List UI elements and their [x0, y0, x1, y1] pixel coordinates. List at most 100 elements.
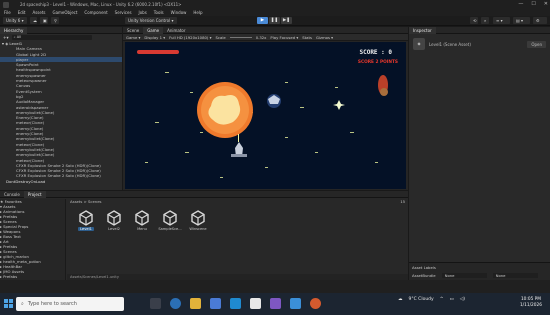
- unity-scene-icon: [107, 210, 121, 226]
- menu-edit[interactable]: Edit: [18, 10, 26, 15]
- menu-services[interactable]: Services: [115, 10, 132, 15]
- tab-console[interactable]: Console: [0, 191, 24, 198]
- search-icon: ⌕: [21, 301, 24, 307]
- search-icon[interactable]: ⌕: [481, 17, 489, 24]
- collab-icon[interactable]: ⚲: [51, 17, 59, 24]
- windows-start-icon[interactable]: [4, 299, 13, 308]
- word-icon[interactable]: [290, 298, 301, 309]
- project-header: Console Project: [0, 190, 408, 198]
- unity-scene-icon: [79, 210, 93, 226]
- add-icon[interactable]: +▾: [3, 35, 9, 40]
- status-bar: [0, 280, 550, 293]
- play-focused-dropdown[interactable]: Play Focused ▾: [270, 35, 298, 40]
- open-button[interactable]: Open: [527, 40, 546, 48]
- menu-gameobject[interactable]: GameObject: [52, 10, 77, 15]
- asset-labels-title: Asset Labels: [412, 265, 436, 270]
- resolution-dropdown[interactable]: Full HD (1920x1080) ▾: [169, 35, 211, 40]
- hierarchy-list: ▾ ◈ Level1 Main Camera Global Light 2D p…: [0, 40, 122, 184]
- health-bar: [137, 50, 179, 54]
- inspector-body: ◈ Level1 (Scene Asset) Open: [409, 34, 550, 54]
- snipping-icon[interactable]: [230, 298, 241, 309]
- asset-winscene[interactable]: Winscene: [188, 210, 208, 231]
- chrome-icon[interactable]: [310, 298, 321, 309]
- file-explorer-icon[interactable]: [190, 298, 201, 309]
- inspector-panel: Inspector ◈ Level1 (Scene Asset) Open As…: [409, 26, 550, 280]
- menu-file[interactable]: File: [4, 10, 11, 15]
- window-title-bar: 2d spaceship3 - Level1 - Windows, Mac, L…: [0, 0, 550, 9]
- volume-icon[interactable]: ◁): [460, 297, 465, 302]
- unity-icon: [3, 1, 9, 8]
- scene-tabs: Scene Game Animator: [123, 26, 408, 34]
- step-button[interactable]: ▶❚: [281, 17, 292, 24]
- task-view-icon[interactable]: [150, 298, 161, 309]
- tab-inspector[interactable]: Inspector: [409, 26, 436, 34]
- tab-hierarchy[interactable]: Hierarchy: [0, 26, 28, 34]
- inspector-header: Inspector: [409, 26, 550, 34]
- gizmos-dropdown[interactable]: Gizmos ▾: [316, 35, 333, 40]
- project-panel: Console Project ★ Favorites ▾ Assets ▸ A…: [0, 190, 408, 280]
- scale-value: 0.32x: [255, 34, 267, 40]
- weather-icon: ☁: [398, 297, 403, 302]
- taskbar-search[interactable]: ⌕ Type here to search: [16, 297, 124, 311]
- stats-toggle[interactable]: Stats: [302, 35, 312, 40]
- window-title: 2d spaceship3 - Level1 - Windows, Mac, L…: [20, 2, 182, 7]
- chevron-up-icon[interactable]: ^: [440, 297, 444, 302]
- settings-icon[interactable]: ⚙: [533, 17, 547, 24]
- display-dropdown[interactable]: Display 1 ▾: [144, 35, 165, 40]
- hierarchy-item[interactable]: DontDestroyOnLoad: [0, 179, 122, 184]
- network-icon[interactable]: ▭: [449, 297, 453, 302]
- menu-help[interactable]: Help: [193, 10, 202, 15]
- asset-store-icon[interactable]: ▣: [40, 17, 48, 24]
- store-icon[interactable]: [210, 298, 221, 309]
- asset-menu[interactable]: Menu: [132, 210, 152, 231]
- main-toolbar: Unity 6 ▾ ☁ ▣ ⚲ Unity Version Control ▾ …: [0, 16, 550, 26]
- account-dropdown[interactable]: Unity 6 ▾: [3, 17, 27, 24]
- unity-hub-icon[interactable]: [250, 298, 261, 309]
- asset-samplescene[interactable]: SampleSce...: [158, 210, 182, 231]
- windows-taskbar: ⌕ Type here to search ☁ 9°C Cloudy ^ ▭ ◁…: [0, 293, 550, 315]
- minimize-button[interactable]: —: [518, 1, 523, 7]
- asset-grid: Level1 Level2 Menu SampleSce... Winscene: [67, 205, 408, 231]
- asset-level2[interactable]: Level2: [104, 210, 124, 231]
- menu-tools[interactable]: Tools: [154, 10, 164, 15]
- cloud-icon[interactable]: ☁: [30, 17, 37, 24]
- asset-variant-dropdown[interactable]: None: [492, 273, 538, 278]
- layers-dropdown[interactable]: ≡ ▾: [493, 17, 510, 24]
- unity-scene-icon: [163, 210, 177, 226]
- taskbar-clock[interactable]: 10:05 PM 1/11/2026: [520, 297, 542, 309]
- breadcrumb[interactable]: Assets > Scenes: [67, 199, 102, 205]
- hierarchy-header: Hierarchy: [0, 26, 122, 34]
- tab-project[interactable]: Project: [23, 190, 46, 198]
- tree-item[interactable]: ▸ Prefabs: [0, 274, 65, 279]
- unity-scene-icon: [191, 210, 205, 226]
- asset-bundle-label: AssetBundle: [412, 273, 436, 278]
- score-popup: SCORE 2 POINTS: [357, 60, 398, 65]
- menu-component[interactable]: Component: [84, 10, 107, 15]
- asset-level1[interactable]: Level1: [76, 210, 96, 231]
- game-panel: Scene Game Animator Game ▾ Display 1 ▾ F…: [123, 26, 408, 190]
- edge-icon[interactable]: [170, 298, 181, 309]
- play-button[interactable]: ▶: [257, 17, 268, 24]
- scale-slider[interactable]: [229, 36, 252, 38]
- tab-animator[interactable]: Animator: [163, 27, 189, 34]
- layout-dropdown[interactable]: ▤ ▾: [513, 17, 530, 24]
- close-button[interactable]: ✕: [544, 1, 548, 7]
- version-control-dropdown[interactable]: Unity Version Control ▾: [125, 17, 177, 24]
- menu-bar: File Edit Assets GameObject Component Se…: [0, 9, 550, 16]
- menu-jobs[interactable]: Jobs: [139, 10, 147, 15]
- maximize-button[interactable]: ☐: [531, 1, 535, 7]
- play-controls: ▶ ❚❚ ▶❚: [257, 17, 292, 24]
- history-icon[interactable]: ⟲: [470, 17, 478, 24]
- menu-window[interactable]: Window: [171, 10, 187, 15]
- tab-scene[interactable]: Scene: [123, 27, 143, 34]
- hierarchy-search[interactable]: ⌕ All: [11, 34, 92, 40]
- tab-game[interactable]: Game: [143, 26, 164, 34]
- menu-assets[interactable]: Assets: [32, 10, 45, 15]
- game-mode-dropdown[interactable]: Game ▾: [126, 35, 140, 40]
- pause-button[interactable]: ❚❚: [269, 17, 280, 24]
- weather-text[interactable]: 9°C Cloudy: [409, 297, 434, 302]
- asset-bundle-dropdown[interactable]: None: [441, 273, 487, 278]
- game-view[interactable]: SCORE : 0 SCORE 2 POINTS: [125, 42, 406, 189]
- scale-label: Scale: [215, 34, 226, 40]
- visual-studio-icon[interactable]: [270, 298, 281, 309]
